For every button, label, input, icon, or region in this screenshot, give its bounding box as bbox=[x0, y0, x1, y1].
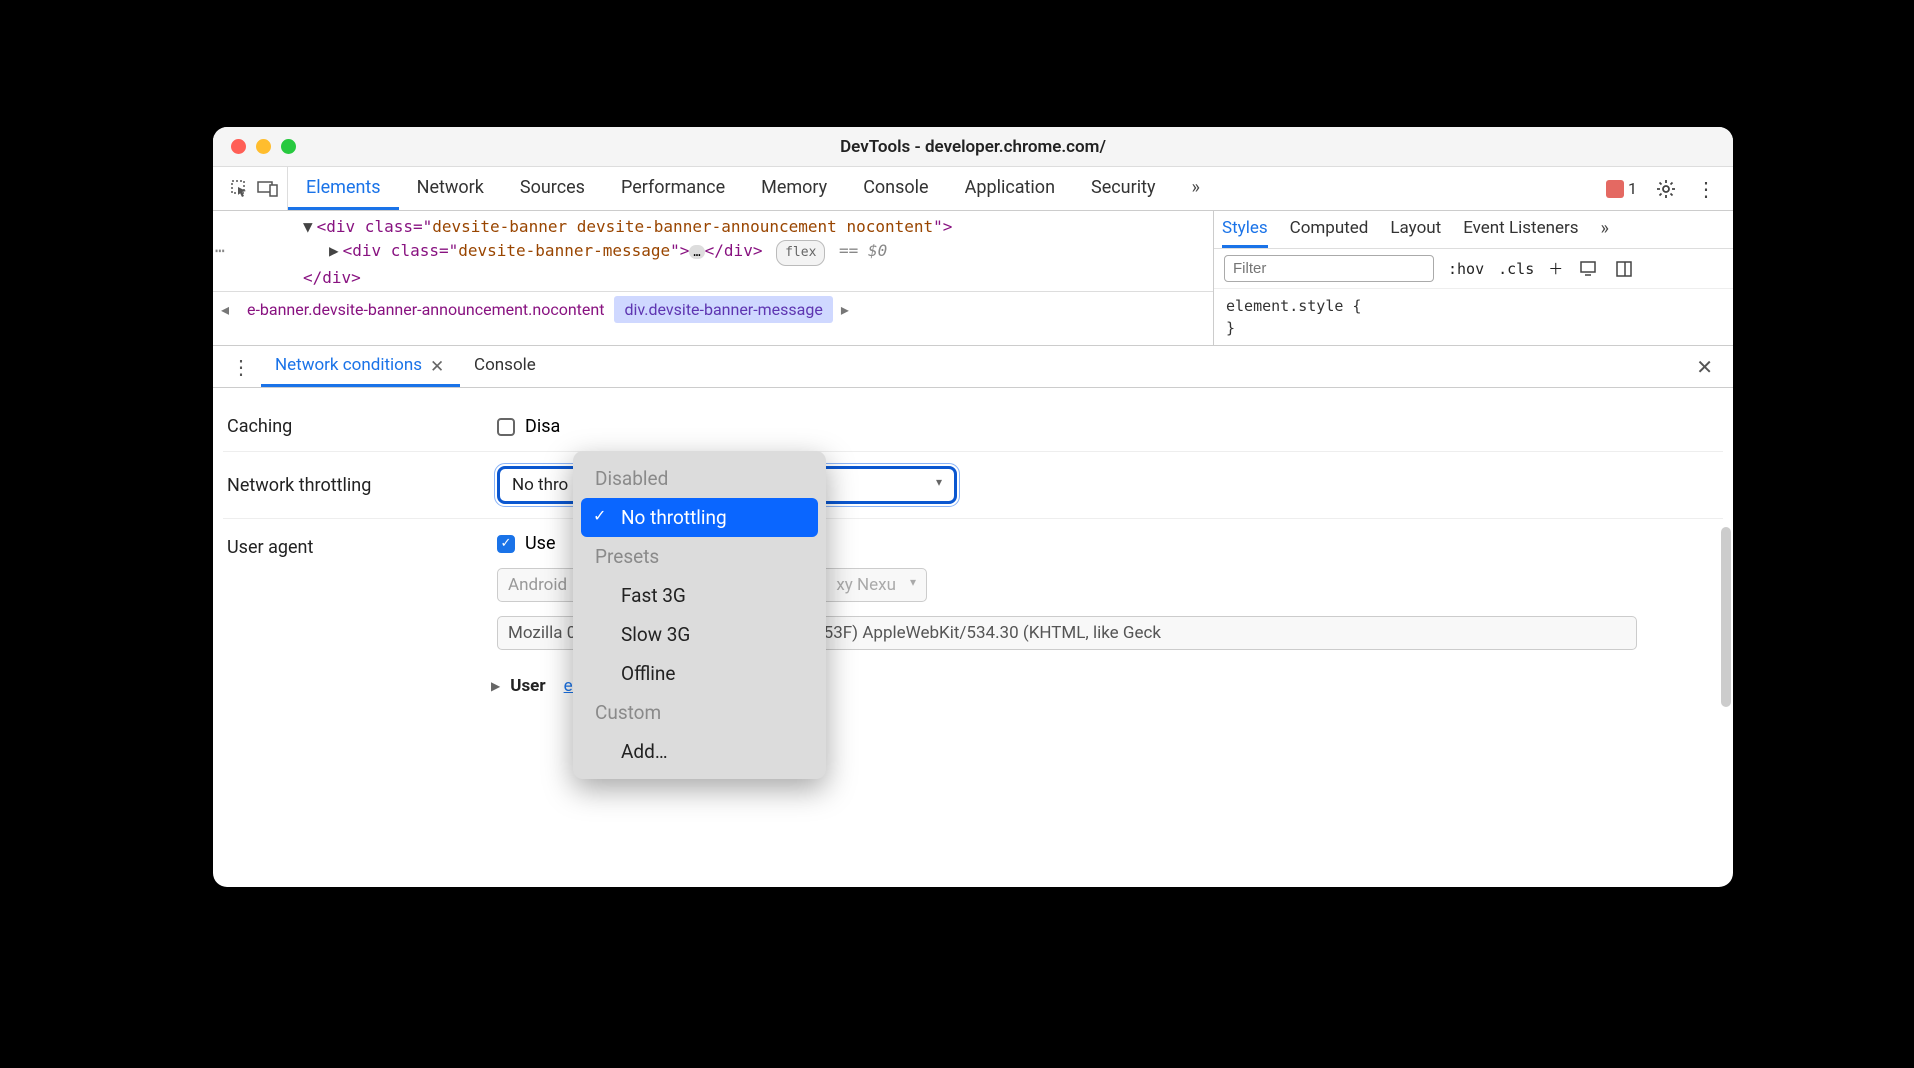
drawer-close-icon[interactable]: ✕ bbox=[1684, 355, 1725, 379]
style-rule-line: element.style { bbox=[1226, 295, 1721, 317]
flex-badge[interactable]: flex bbox=[776, 240, 825, 266]
dropdown-item-fast-3g[interactable]: Fast 3G bbox=[581, 576, 818, 615]
inspect-element-icon[interactable] bbox=[229, 178, 251, 200]
elements-split: ⋯ ▼<div class="devsite-banner devsite-ba… bbox=[213, 211, 1733, 346]
error-badge[interactable]: 1 bbox=[1606, 179, 1637, 198]
settings-icon[interactable] bbox=[1655, 178, 1677, 200]
toolbar-right: 1 ⋮ bbox=[1606, 178, 1725, 200]
titlebar: DevTools - developer.chrome.com/ bbox=[213, 127, 1733, 167]
tab-application[interactable]: Application bbox=[947, 167, 1073, 210]
tab-network[interactable]: Network bbox=[399, 167, 502, 210]
collapsed-ellipsis-icon[interactable]: … bbox=[689, 245, 704, 259]
client-hints-label: User bbox=[510, 676, 545, 696]
new-style-rule-icon[interactable]: ＋ bbox=[1548, 258, 1563, 279]
main-toolbar: Elements Network Sources Performance Mem… bbox=[213, 167, 1733, 211]
drawer-tab-label: Network conditions bbox=[275, 355, 422, 375]
panel-tabs: Elements Network Sources Performance Mem… bbox=[288, 167, 1218, 210]
dropdown-item-add[interactable]: Add… bbox=[581, 732, 818, 771]
styles-tabs-overflow[interactable]: » bbox=[1601, 211, 1609, 248]
styles-tabs: Styles Computed Layout Event Listeners » bbox=[1214, 211, 1733, 249]
disable-cache-checkbox[interactable] bbox=[497, 418, 515, 436]
cls-toggle[interactable]: .cls bbox=[1498, 260, 1534, 278]
close-window-button[interactable] bbox=[231, 139, 246, 154]
styles-pane: Styles Computed Layout Event Listeners »… bbox=[1213, 211, 1733, 345]
drawer-tabs: ⋮ Network conditions ✕ Console ✕ bbox=[213, 346, 1733, 388]
hov-toggle[interactable]: :hov bbox=[1448, 260, 1484, 278]
styles-tab-layout[interactable]: Layout bbox=[1390, 211, 1441, 248]
caching-label: Caching bbox=[227, 416, 497, 437]
tab-sources[interactable]: Sources bbox=[502, 167, 603, 210]
dom-tree-pane: ⋯ ▼<div class="devsite-banner devsite-ba… bbox=[213, 211, 1213, 345]
traffic-lights bbox=[231, 139, 296, 154]
dropdown-item-disabled-header: Disabled bbox=[581, 459, 818, 498]
use-browser-default-checkbox[interactable]: ✓ bbox=[497, 535, 515, 553]
minimize-window-button[interactable] bbox=[256, 139, 271, 154]
network-conditions-panel: Caching Disa Network throttling No thro … bbox=[213, 388, 1733, 716]
throttling-label: Network throttling bbox=[227, 475, 497, 496]
styles-tab-event-listeners[interactable]: Event Listeners bbox=[1463, 211, 1578, 248]
maximize-window-button[interactable] bbox=[281, 139, 296, 154]
breadcrumb-item-selected[interactable]: div.devsite-banner-message bbox=[614, 296, 832, 323]
device-toggle-icon[interactable] bbox=[257, 178, 279, 200]
caching-row: Caching Disa bbox=[223, 402, 1723, 452]
dropdown-custom-header: Custom bbox=[581, 693, 818, 732]
breadcrumb-scroll-left[interactable]: ◂ bbox=[213, 300, 237, 319]
more-menu-icon[interactable]: ⋮ bbox=[1695, 178, 1717, 200]
dropdown-item-slow-3g[interactable]: Slow 3G bbox=[581, 615, 818, 654]
device-icon[interactable] bbox=[1577, 258, 1599, 280]
client-hints-row: ▶ User earn more bbox=[223, 664, 1723, 696]
dropdown-presets-header: Presets bbox=[581, 537, 818, 576]
dropdown-item-offline[interactable]: Offline bbox=[581, 654, 818, 693]
dom-row[interactable]: ▼<div class="devsite-banner devsite-bann… bbox=[303, 215, 1213, 239]
use-browser-default-label: Use bbox=[525, 533, 556, 554]
error-icon bbox=[1606, 180, 1624, 198]
toolbar-left-icons bbox=[221, 167, 288, 210]
drawer-menu-icon[interactable]: ⋮ bbox=[221, 355, 261, 379]
check-icon: ✓ bbox=[593, 506, 606, 525]
dom-row[interactable]: </div> bbox=[303, 266, 1213, 290]
styles-tab-styles[interactable]: Styles bbox=[1222, 211, 1268, 248]
styles-filter-input[interactable] bbox=[1224, 255, 1434, 282]
window-title: DevTools - developer.chrome.com/ bbox=[213, 137, 1733, 157]
throttling-row: Network throttling No thro bbox=[223, 452, 1723, 519]
styles-body[interactable]: element.style { } bbox=[1214, 289, 1733, 345]
vertical-scrollbar[interactable] bbox=[1721, 527, 1731, 707]
devtools-window: DevTools - developer.chrome.com/ Element… bbox=[213, 127, 1733, 887]
tab-elements[interactable]: Elements bbox=[288, 167, 399, 210]
breadcrumb: ◂ e-banner.devsite-banner-announcement.n… bbox=[213, 291, 1213, 327]
style-rule-line: } bbox=[1226, 317, 1721, 339]
tab-console[interactable]: Console bbox=[845, 167, 946, 210]
close-icon[interactable]: ✕ bbox=[430, 357, 446, 373]
dom-tree[interactable]: ⋯ ▼<div class="devsite-banner devsite-ba… bbox=[213, 211, 1213, 291]
dropdown-item-no-throttling[interactable]: ✓ No throttling bbox=[581, 498, 818, 537]
tabs-overflow[interactable]: » bbox=[1173, 167, 1217, 210]
breadcrumb-item[interactable]: e-banner.devsite-banner-announcement.noc… bbox=[237, 296, 614, 323]
user-agent-label: User agent bbox=[227, 533, 497, 558]
expand-toggle-icon[interactable]: ▼ bbox=[303, 217, 313, 236]
expand-toggle-icon[interactable]: ▶ bbox=[491, 679, 500, 693]
expand-toggle-icon[interactable]: ▶ bbox=[329, 241, 339, 260]
breadcrumb-scroll-right[interactable]: ▸ bbox=[833, 300, 857, 319]
gutter-ellipsis-icon: ⋯ bbox=[215, 239, 227, 263]
drawer-tab-network-conditions[interactable]: Network conditions ✕ bbox=[261, 346, 460, 387]
tab-memory[interactable]: Memory bbox=[743, 167, 845, 210]
dom-row-selected[interactable]: ▶<div class="devsite-banner-message">…</… bbox=[329, 239, 1213, 266]
styles-tab-computed[interactable]: Computed bbox=[1290, 211, 1369, 248]
error-count: 1 bbox=[1628, 179, 1637, 198]
drawer-tab-console[interactable]: Console bbox=[460, 346, 550, 387]
selected-node-indicator: == $0 bbox=[839, 241, 887, 260]
throttling-dropdown: Disabled ✓ No throttling Presets Fast 3G… bbox=[573, 451, 826, 779]
user-agent-row: User agent ✓ Use Android xy Nexu Mozilla… bbox=[223, 519, 1723, 664]
toggle-sidebar-icon[interactable] bbox=[1613, 258, 1635, 280]
tab-performance[interactable]: Performance bbox=[603, 167, 743, 210]
styles-toolbar: :hov .cls ＋ bbox=[1214, 249, 1733, 289]
tab-security[interactable]: Security bbox=[1073, 167, 1173, 210]
disable-cache-label: Disa bbox=[525, 416, 560, 437]
